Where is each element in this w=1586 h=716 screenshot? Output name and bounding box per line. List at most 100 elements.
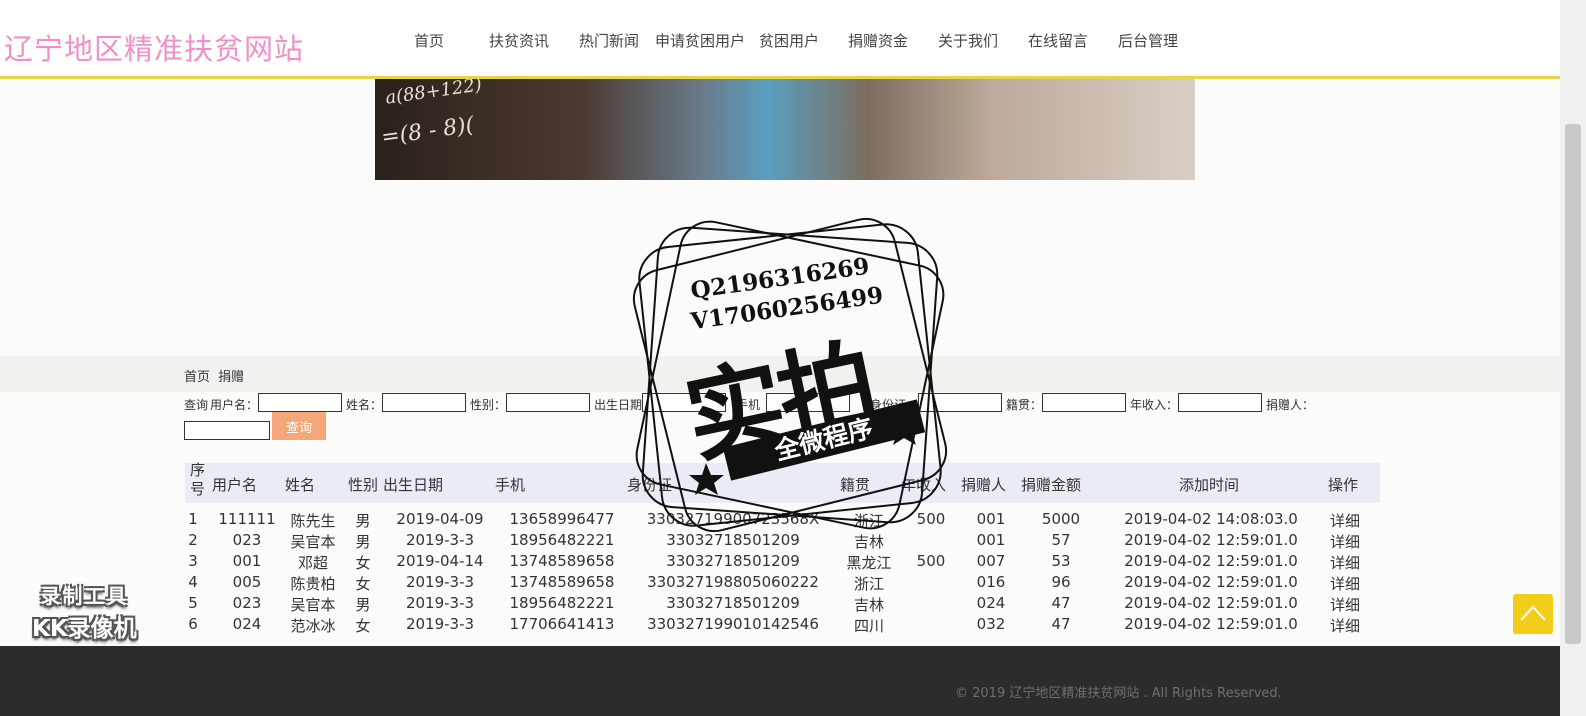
cell-amount: 57 (1051, 531, 1071, 549)
cell-seq: 3 (188, 552, 198, 570)
nav-item-news[interactable]: 扶贫资讯 (489, 30, 549, 51)
banner-formula-bottom: =(8 - 8)( (379, 112, 476, 151)
hometown-input[interactable] (1042, 393, 1126, 412)
username-label: 用户名： (210, 398, 259, 412)
cell-action[interactable]: 详细 (1325, 510, 1365, 531)
cell-phone: 18956482221 (509, 531, 615, 549)
nav-item-message[interactable]: 在线留言 (1028, 30, 1088, 51)
cell-name: 吴官本 (290, 596, 336, 614)
header-action: 操作 (1328, 476, 1359, 494)
hometown-label: 籍贯： (1006, 398, 1043, 412)
cell-idcard: 33032718501209 (666, 531, 800, 549)
cell-name: 吴官本 (290, 533, 336, 551)
cell-hometown: 吉林 (853, 596, 884, 614)
cell-income: 500 (916, 510, 946, 528)
name-label: 姓名： (346, 398, 383, 412)
cell-idcard: 33032719900723568X (646, 510, 820, 528)
header-idcard: 身份证 (627, 476, 673, 494)
cell-birthdate: 2019-04-09 (396, 510, 484, 528)
arrow-up-icon (1520, 605, 1546, 621)
username-input[interactable] (258, 393, 342, 412)
cell-add-time: 2019-04-02 12:59:01.0 (1124, 552, 1298, 570)
donor-input[interactable] (184, 421, 270, 440)
cell-username: 024 (232, 615, 262, 633)
income-input[interactable] (1178, 393, 1262, 412)
cell-donor: 001 (976, 510, 1006, 528)
nav-item-about[interactable]: 关于我们 (938, 30, 998, 51)
cell-username: 111111 (218, 510, 276, 528)
cell-username: 001 (232, 552, 262, 570)
header-add-time: 添加时间 (1179, 476, 1240, 494)
cell-add-time: 2019-04-02 14:08:03.0 (1124, 510, 1298, 528)
cell-seq: 4 (188, 573, 198, 591)
cell-add-time: 2019-04-02 12:59:01.0 (1124, 594, 1298, 612)
cell-gender: 女 (355, 617, 371, 635)
cell-action[interactable]: 详细 (1325, 531, 1365, 552)
cell-phone: 13748589658 (509, 573, 615, 591)
gender-label: 性别： (470, 398, 507, 412)
cell-gender: 男 (355, 533, 371, 551)
cell-hometown: 黑龙江 (846, 554, 892, 572)
nav-item-admin[interactable]: 后台管理 (1118, 30, 1178, 51)
nav-item-hot-news[interactable]: 热门新闻 (579, 30, 639, 51)
cell-hometown: 吉林 (853, 533, 884, 551)
cell-idcard: 33032718501209 (666, 594, 800, 612)
nav-item-poor-users[interactable]: 贫困用户 (759, 30, 819, 51)
copyright-text: © 2019 辽宁地区精准扶贫网站 . All Rights Reserved. (955, 686, 1282, 701)
idcard-label: 身份证： (870, 398, 919, 412)
site-title[interactable]: 辽宁地区精准扶贫网站 (4, 26, 304, 68)
cell-idcard: 330327198805060222 (647, 573, 819, 591)
recorder-line1: 录制工具 (40, 584, 129, 608)
income-label: 年收入： (1130, 398, 1179, 412)
cell-idcard: 330327199010142546 (647, 615, 819, 633)
cell-seq: 2 (188, 531, 198, 549)
nav-item-home[interactable]: 首页 (414, 30, 444, 51)
cell-phone: 13658996477 (509, 510, 615, 528)
cell-name: 邓超 (297, 554, 328, 572)
page-scrollbar[interactable] (1560, 0, 1586, 716)
name-input[interactable] (382, 393, 466, 412)
cell-hometown: 四川 (853, 617, 884, 635)
gender-input[interactable] (506, 393, 590, 412)
cell-donor: 032 (976, 615, 1006, 633)
cell-username: 005 (232, 573, 262, 591)
cell-seq: 1 (188, 510, 198, 528)
cell-action[interactable]: 详细 (1325, 552, 1365, 573)
cell-phone: 17706641413 (509, 615, 615, 633)
cell-action[interactable]: 详细 (1325, 573, 1365, 594)
query-button[interactable]: 查询 (272, 412, 326, 440)
cell-action[interactable]: 详细 (1325, 615, 1365, 636)
breadcrumb-bar: 首页 捐赠 (0, 356, 1560, 392)
cell-gender: 女 (355, 575, 371, 593)
table-row: 1 111111 陈先生男 2019-04-09 13658996477 33032719… (185, 510, 1380, 531)
cell-username: 023 (232, 531, 262, 549)
birthdate-input[interactable] (642, 393, 726, 412)
cell-hometown: 浙江 (853, 512, 884, 530)
back-to-top-button[interactable] (1513, 594, 1553, 634)
cell-action[interactable]: 详细 (1325, 594, 1365, 615)
cell-donor: 007 (976, 552, 1006, 570)
cell-amount: 5000 (1041, 510, 1081, 528)
cell-seq: 6 (188, 615, 198, 633)
recorder-line2: KK录像机 (32, 616, 137, 642)
header-gender: 性别 (348, 476, 379, 494)
breadcrumb-home[interactable]: 首页 (184, 370, 210, 385)
idcard-input[interactable] (918, 393, 1002, 412)
watermark-line1: Q2196316269 (688, 252, 872, 305)
cell-birthdate: 2019-3-3 (405, 594, 475, 612)
breadcrumb-current: 捐赠 (218, 370, 245, 385)
cell-hometown: 浙江 (853, 575, 884, 593)
phone-label: 手机 (736, 398, 761, 412)
cell-name: 陈先生 (290, 512, 336, 530)
breadcrumb: 首页 捐赠 (184, 366, 248, 385)
phone-input[interactable] (766, 393, 850, 412)
scrollbar-thumb[interactable] (1565, 124, 1581, 644)
nav-item-apply[interactable]: 申请贫困用户 (655, 30, 745, 51)
header-income: 年收入 (901, 476, 947, 494)
donor-label: 捐赠人： (1266, 398, 1315, 412)
cell-donor: 016 (976, 573, 1006, 591)
cell-phone: 18956482221 (509, 594, 615, 612)
cell-name: 陈贵柏 (290, 575, 336, 593)
table-row: 5 023 吴官本 男 2019-3-3 18956482221 3303271850120… (185, 594, 1380, 615)
nav-item-donate[interactable]: 捐赠资金 (848, 30, 908, 51)
